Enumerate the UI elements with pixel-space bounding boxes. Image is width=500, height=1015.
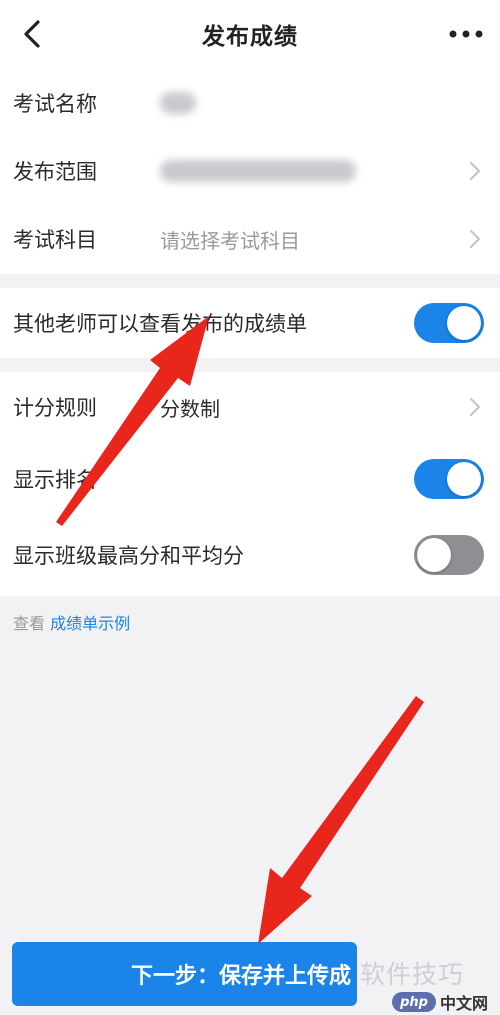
publish-scope-value-blurred [160,160,356,182]
chevron-right-icon [469,161,481,181]
php-logo-icon: php [392,992,436,1012]
arrow-annotation [258,696,424,944]
watermark-site: 中文网 [440,994,489,1013]
sample-link-row: 查看 成绩单示例 [13,610,130,634]
share-row: 其他老师可以查看发布的成绩单 [0,288,500,358]
more-horizontal-icon [449,30,483,38]
class-stats-row: 显示班级最高分和平均分 [0,520,500,590]
share-toggle[interactable] [414,303,484,343]
toggle-knob [447,462,481,496]
chevron-left-icon [24,20,40,48]
exam-name-value-blurred [160,92,196,114]
exam-subject-row[interactable]: 考试科目 请选择考试科目 [0,204,500,274]
more-button[interactable] [444,16,488,52]
show-rank-row: 显示排名 [0,444,500,514]
exam-info-section: 考试名称 发布范围 考试科目 请选择考试科目 [0,68,500,274]
back-button[interactable] [14,16,50,52]
toggle-knob [417,538,451,572]
chevron-right-icon [469,229,481,249]
share-section: 其他老师可以查看发布的成绩单 [0,288,500,358]
next-step-button[interactable]: 下一步：保存并上传成 [12,942,357,1006]
rules-section: 计分规则 分数制 显示排名 显示班级最高分和平均分 [0,372,500,596]
exam-subject-label: 考试科目 [13,228,97,252]
footnote-prefix: 查看 [13,614,46,633]
chevron-right-icon [469,397,481,417]
publish-scope-label: 发布范围 [13,160,97,184]
show-rank-label: 显示排名 [13,468,97,492]
show-rank-toggle[interactable] [414,459,484,499]
page-title: 发布成绩 [202,24,298,50]
share-label: 其他老师可以查看发布的成绩单 [13,312,307,336]
exam-name-row: 考试名称 [0,68,500,138]
publish-scope-row[interactable]: 发布范围 [0,136,500,206]
scoring-rule-row[interactable]: 计分规则 分数制 [0,372,500,442]
class-stats-label: 显示班级最高分和平均分 [13,544,244,568]
watermark-text: 软件技巧 [360,960,465,989]
exam-name-label: 考试名称 [13,92,97,116]
class-stats-toggle[interactable] [414,535,484,575]
exam-subject-placeholder: 请选择考试科目 [160,228,300,253]
scoring-rule-value: 分数制 [160,396,220,421]
watermark-logo: php 中文网 [392,990,488,1014]
top-bar: 发布成绩 [0,0,500,68]
toggle-knob [447,306,481,340]
next-step-label: 下一步：保存并上传成 [130,964,351,989]
scoring-rule-label: 计分规则 [13,396,97,420]
sample-report-link[interactable]: 成绩单示例 [50,614,130,633]
